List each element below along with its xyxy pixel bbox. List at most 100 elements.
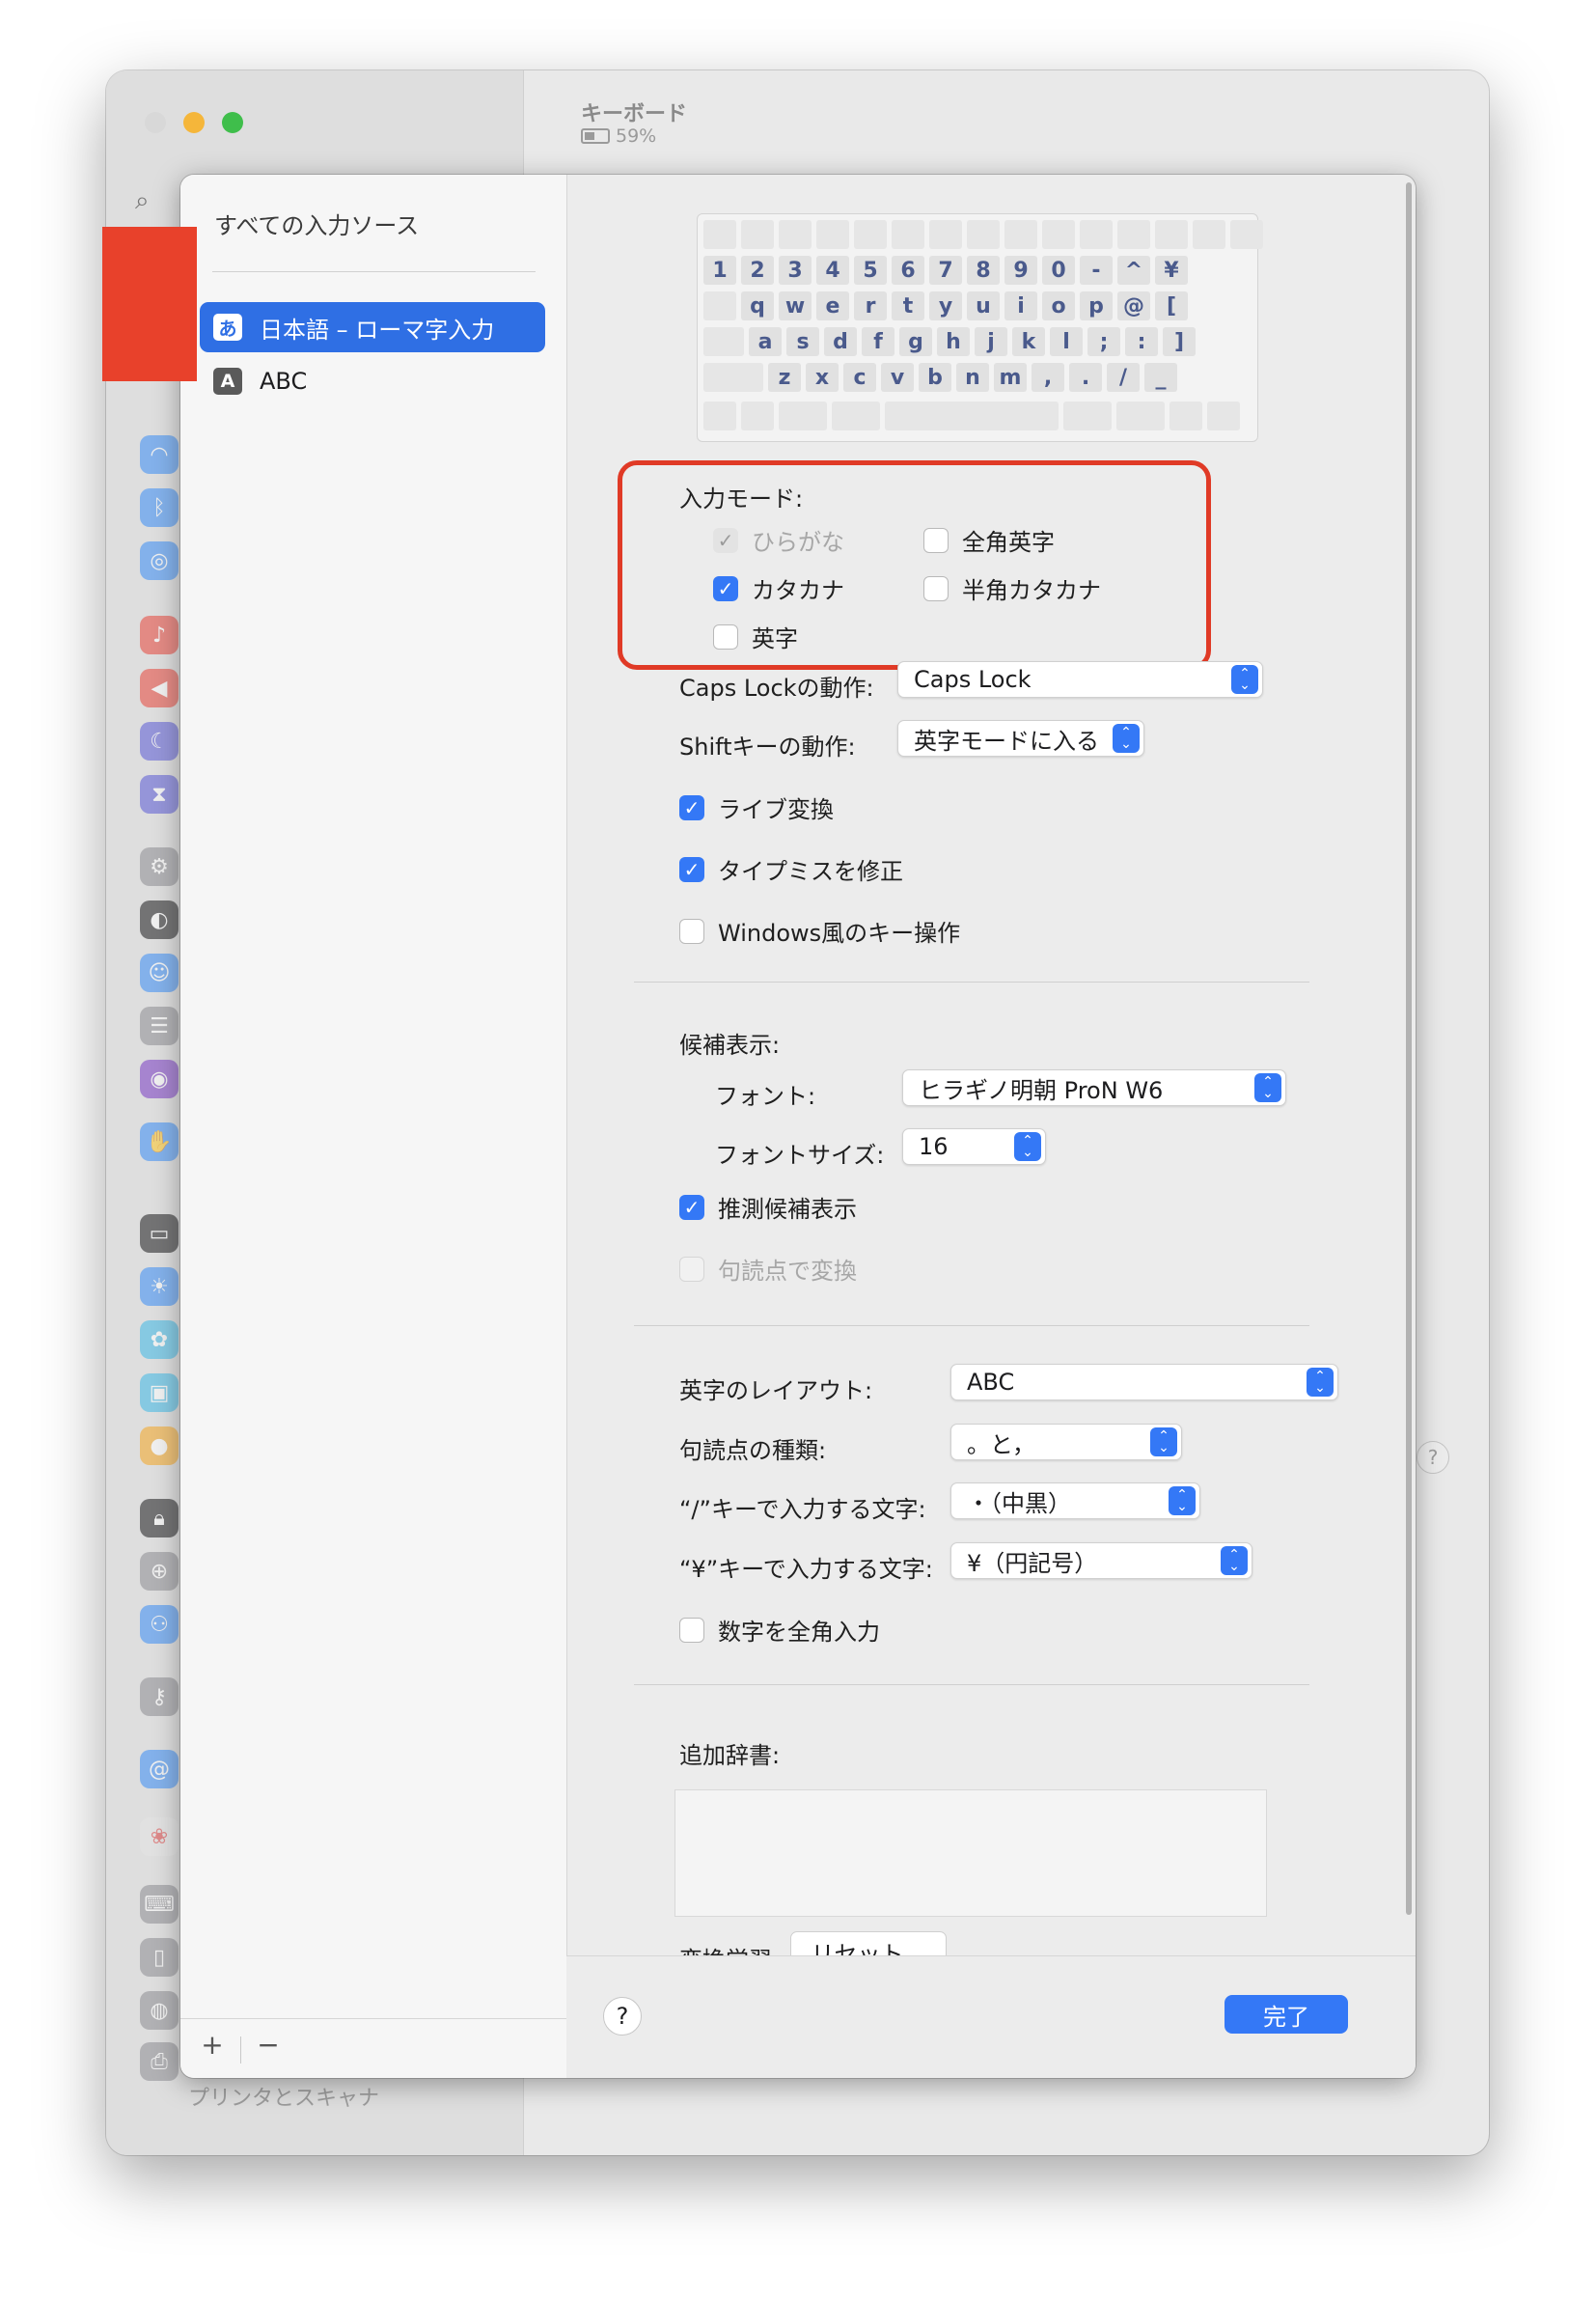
search-icon[interactable]: ⌕ (135, 186, 150, 216)
sidebar-item-printers[interactable]: プリンタとスキャナ (188, 2081, 379, 2112)
help-button[interactable]: ? (603, 1997, 642, 2036)
key: c (843, 363, 876, 392)
internet-accounts-icon[interactable]: @ (140, 1750, 179, 1788)
font-size-popup[interactable]: 16 ⌃ ⌄ (902, 1128, 1046, 1165)
yen-key-popup[interactable]: ¥（円記号） ⌃ ⌄ (950, 1542, 1252, 1579)
predictive-checkbox-row[interactable]: ✓ 推測候補表示 (679, 1190, 857, 1224)
checkmark-icon[interactable]: ✓ (679, 1194, 704, 1220)
windows-keys-checkbox-row[interactable]: Windows風のキー操作 (679, 914, 960, 948)
network-icon[interactable]: ◎ (140, 541, 179, 580)
siri-icon[interactable]: ◉ (140, 1060, 179, 1098)
updown-chevron-icon: ⌃ ⌄ (1113, 724, 1140, 753)
focus-icon[interactable]: ☾ (140, 722, 179, 761)
dictionary-list[interactable] (674, 1789, 1267, 1917)
katakana-checkbox-row[interactable]: ✓ カタカナ (713, 571, 844, 605)
passwords-icon[interactable]: ⚷ (140, 1677, 179, 1716)
accessibility-icon[interactable]: ☺ (140, 954, 179, 992)
done-button[interactable]: 完了 (1225, 1995, 1348, 2034)
checkmark-icon[interactable]: ✓ (679, 794, 704, 820)
key: . (1069, 363, 1102, 392)
scrollbar-thumb[interactable] (1406, 182, 1412, 1915)
notifications-icon[interactable]: ♪ (140, 616, 179, 654)
zenkaku-eiji-checkbox-row[interactable]: 全角英字 (923, 523, 1055, 557)
layout-label: 英字のレイアウト: (679, 1377, 873, 1404)
checkmark-icon[interactable]: ✓ (679, 856, 704, 882)
eiji-checkbox-row[interactable]: 英字 (713, 620, 798, 653)
battery-level-icon (581, 128, 610, 144)
mouse-icon[interactable]: ▯ (140, 1938, 179, 1977)
checkmark-icon[interactable]: ✓ (713, 575, 738, 601)
displays-icon[interactable]: ☀ (140, 1267, 179, 1306)
zoom-light[interactable] (222, 112, 243, 133)
key: p (1080, 291, 1113, 320)
key: h (937, 327, 970, 356)
scrollbar[interactable] (1406, 182, 1412, 1915)
typo-fix-checkbox-row[interactable]: ✓ タイプミスを修正 (679, 852, 903, 886)
key: q (741, 291, 774, 320)
key: , (1032, 363, 1064, 392)
remove-source-button[interactable]: − (244, 2029, 292, 2061)
checkbox-empty[interactable] (923, 527, 949, 553)
key: 6 (892, 256, 924, 285)
keyboard-icon[interactable]: ⌨ (140, 1885, 179, 1924)
key: [ (1155, 291, 1188, 320)
checkbox-empty[interactable] (923, 575, 949, 601)
predictive-label: 推測候補表示 (718, 1196, 857, 1223)
checkbox-empty[interactable] (713, 623, 738, 650)
slash-key-popup[interactable]: ・（中黒） ⌃ ⌄ (950, 1482, 1200, 1519)
sound-icon[interactable]: ◀ (140, 669, 179, 707)
source-item-abc[interactable]: A ABC (200, 356, 545, 406)
punct-type-popup[interactable]: 。と， ⌃ ⌄ (950, 1424, 1182, 1460)
key: y (929, 291, 962, 320)
source-item-japanese[interactable]: あ 日本語 – ローマ字入力 (200, 302, 545, 352)
desktop-dock-icon[interactable]: ▭ (140, 1214, 179, 1253)
hiragana-badge-icon: あ (213, 314, 242, 341)
punct-type-value: 。と， (967, 1430, 1036, 1458)
trackpad-icon[interactable]: ◍ (140, 1991, 179, 2030)
wallpaper-icon[interactable]: ✿ (140, 1320, 179, 1359)
live-conversion-checkbox-row[interactable]: ✓ ライブ変換 (679, 790, 834, 824)
key: w (779, 291, 812, 320)
minimize-light[interactable] (183, 112, 205, 133)
keyboard-row-numbers: 1 2 3 4 5 6 7 8 9 0- ^ ¥ (703, 256, 1188, 285)
font-popup[interactable]: ヒラギノ明朝 ProN W6 ⌃ ⌄ (902, 1069, 1286, 1106)
privacy-icon[interactable]: ✋ (140, 1122, 179, 1161)
general-icon[interactable]: ⚙ (140, 847, 179, 886)
appearance-icon[interactable]: ◐ (140, 900, 179, 939)
add-source-button[interactable]: + (188, 2029, 236, 2061)
users-icon[interactable]: ⚇ (140, 1605, 179, 1644)
lock-screen-icon[interactable]: 🔒︎ (140, 1499, 179, 1537)
checkmark-icon[interactable]: ✓ (713, 527, 738, 553)
fullwidth-numbers-label: 数字を全角入力 (718, 1619, 880, 1646)
layout-popup[interactable]: ABC ⌃ ⌄ (950, 1364, 1338, 1400)
updown-chevron-icon: ⌃ ⌄ (1254, 1073, 1281, 1102)
wifi-icon[interactable]: ◠ (140, 435, 179, 474)
hiragana-checkbox-row[interactable]: ✓ ひらがな (713, 523, 844, 557)
divider (634, 1325, 1309, 1326)
key: - (1080, 256, 1113, 285)
hankaku-katakana-checkbox-row[interactable]: 半角カタカナ (923, 571, 1101, 605)
shift-popup[interactable]: 英字モードに入る ⌃ ⌄ (897, 720, 1144, 757)
touch-id-icon[interactable]: ⊕ (140, 1552, 179, 1591)
punct-convert-checkbox-row[interactable]: 句読点で変換 (679, 1252, 857, 1286)
caps-lock-label: Caps Lockの動作: (679, 675, 874, 702)
key: u (967, 291, 1000, 320)
font-size-value: 16 (919, 1133, 949, 1160)
checkbox-empty[interactable] (679, 1256, 704, 1282)
checkbox-empty[interactable] (679, 1617, 704, 1643)
reset-learning-button[interactable]: リセット... (790, 1931, 947, 1955)
screensaver-icon[interactable]: ▣ (140, 1373, 179, 1412)
battery-icon[interactable]: ● (140, 1426, 179, 1465)
caps-lock-popup[interactable]: Caps Lock ⌃ ⌄ (897, 661, 1263, 698)
yen-key-value: ¥（円記号） (967, 1549, 1098, 1577)
input-mode-label: 入力モード: (679, 485, 804, 512)
background-help-button[interactable]: ? (1417, 1441, 1449, 1474)
close-light[interactable] (145, 112, 166, 133)
screen-time-icon[interactable]: ⧗ (140, 775, 179, 814)
fullwidth-numbers-checkbox-row[interactable]: 数字を全角入力 (679, 1613, 880, 1647)
control-center-icon[interactable]: ☰ (140, 1007, 179, 1045)
game-center-icon[interactable]: ❀ (140, 1817, 179, 1856)
bluetooth-icon[interactable]: ᛒ (140, 488, 179, 527)
checkbox-empty[interactable] (679, 918, 704, 944)
printer-icon[interactable]: ⎙ (140, 2042, 179, 2081)
